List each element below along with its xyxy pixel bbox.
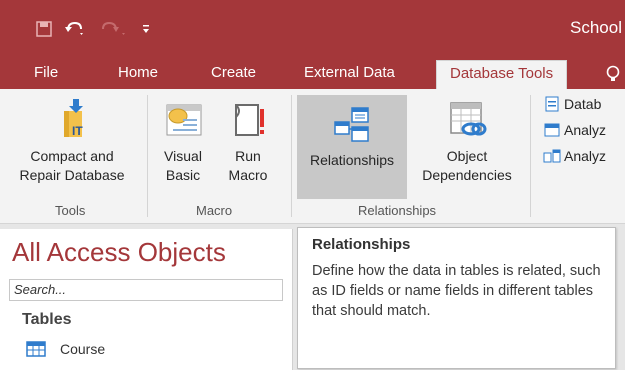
analyze-performance-button[interactable]: Analyz (543, 121, 606, 139)
group-separator (291, 95, 292, 217)
database-documenter-icon (545, 96, 559, 112)
run-macro-label-2: Macro (228, 167, 268, 183)
visual-basic-button[interactable]: Visual Basic (152, 91, 214, 199)
app-title: School (570, 18, 622, 37)
nav-item-course[interactable]: Course (26, 341, 105, 357)
ribbon: IT Compact and Repair Database Tools Vis… (0, 89, 625, 224)
tell-me-icon[interactable] (605, 65, 621, 90)
group-label-relationships: Relationships (358, 203, 437, 218)
run-macro-icon (235, 104, 264, 136)
tooltip-body: Define how the data in tables is related… (312, 263, 601, 319)
analyze-performance-icon (544, 123, 560, 137)
object-dependencies-button[interactable]: Object Dependencies (412, 91, 522, 199)
tab-home[interactable]: Home (118, 61, 158, 89)
object-dependencies-icon (450, 102, 487, 136)
relationships-icon (334, 107, 369, 142)
compact-repair-label-1: Compact and (30, 148, 114, 164)
analyze-table-icon (543, 149, 561, 163)
title-bar: School (0, 0, 625, 55)
svg-text:IT: IT (72, 124, 83, 138)
group-separator (147, 95, 148, 217)
nav-group-tables[interactable]: Tables (22, 311, 72, 329)
relationships-tooltip: Relationships Define how the data in tab… (297, 227, 616, 369)
object-dependencies-label-2: Dependencies (422, 167, 512, 183)
group-label-tools: Tools (55, 203, 86, 218)
nav-item-label: Course (60, 341, 106, 357)
nav-search-input[interactable]: Search... (9, 279, 283, 301)
nav-pane-title[interactable]: All Access Objects (12, 237, 226, 268)
group-separator (530, 95, 531, 217)
ribbon-tab-row: File Home Create External Data Database … (0, 55, 625, 90)
undo-icon[interactable] (64, 14, 86, 44)
analyze-table-button[interactable]: Analyz (543, 147, 606, 165)
redo-icon[interactable] (100, 14, 128, 44)
analyze-performance-label: Analyz (564, 122, 607, 138)
object-dependencies-label-1: Object (446, 148, 488, 164)
tooltip-title: Relationships (312, 236, 411, 253)
visual-basic-label-1: Visual (164, 148, 202, 164)
access-window: School File Home Create External Data Da… (0, 0, 625, 370)
table-icon (26, 341, 46, 357)
relationships-label: Relationships (309, 152, 395, 168)
visual-basic-icon (166, 104, 202, 136)
relationships-button[interactable]: Relationships (297, 95, 407, 199)
tab-create[interactable]: Create (211, 61, 256, 89)
compact-repair-label-2: Repair Database (19, 167, 125, 183)
tab-external-data[interactable]: External Data (304, 61, 395, 89)
run-macro-label-1: Run (235, 148, 261, 164)
save-icon[interactable] (36, 14, 52, 44)
visual-basic-label-2: Basic (165, 167, 201, 183)
tab-file[interactable]: File (34, 61, 58, 89)
navigation-pane: All Access Objects Search... Tables Cour… (0, 229, 293, 370)
group-label-macro: Macro (196, 203, 233, 218)
database-documenter-label: Datab (564, 96, 602, 112)
tab-database-tools[interactable]: Database Tools (436, 60, 568, 90)
analyze-table-label: Analyz (564, 148, 607, 164)
run-macro-button[interactable]: Run Macro (220, 91, 276, 199)
compact-repair-icon: IT (64, 99, 83, 138)
customize-qat-icon[interactable] (140, 14, 152, 44)
database-documenter-button[interactable]: Datab (543, 95, 601, 113)
compact-repair-button[interactable]: IT Compact and Repair Database (2, 91, 142, 199)
